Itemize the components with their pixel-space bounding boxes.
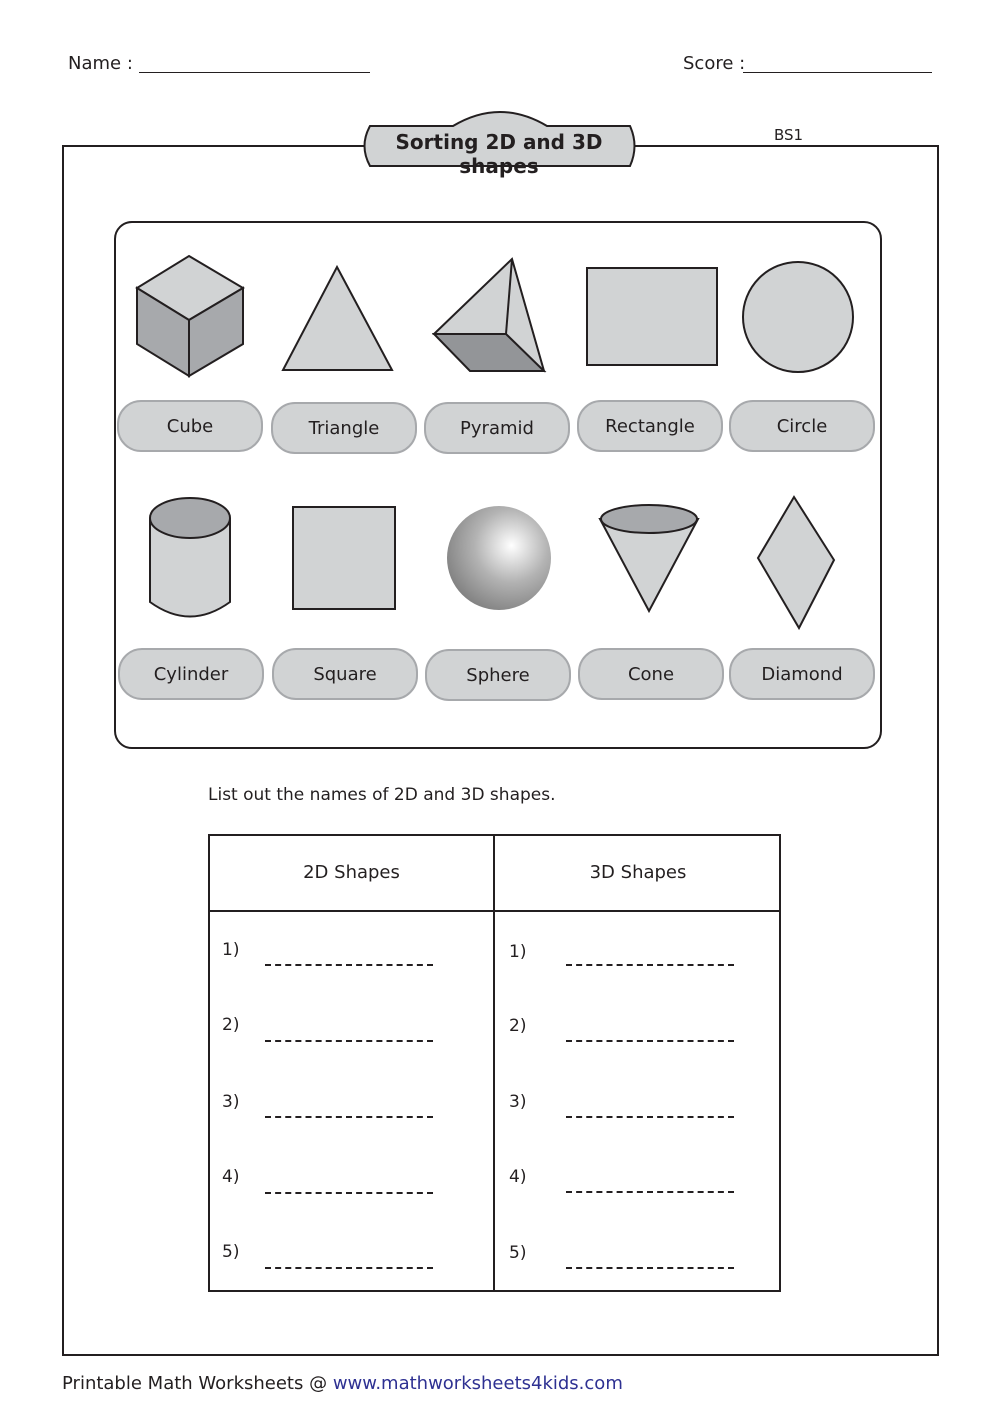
- cube-icon: [135, 254, 245, 378]
- score-label: Score :: [683, 53, 746, 74]
- header-divider: [210, 910, 779, 912]
- shape-label-cylinder: Cylinder: [118, 648, 264, 700]
- column-divider: [493, 836, 495, 1290]
- header-2d-shapes: 2D Shapes: [303, 862, 400, 883]
- diamond-icon: [756, 495, 836, 631]
- answer-2d-5[interactable]: [265, 1267, 433, 1269]
- triangle-icon: [281, 264, 394, 371]
- worksheet-title: Sorting 2D and 3D shapes: [395, 130, 603, 178]
- answer-3d-2[interactable]: [566, 1040, 734, 1042]
- shape-label-diamond: Diamond: [729, 648, 875, 700]
- shape-label-cone: Cone: [578, 648, 724, 700]
- cone-icon: [598, 504, 700, 614]
- row-number: 5): [222, 1242, 240, 1262]
- shape-label-pyramid: Pyramid: [424, 402, 570, 454]
- answer-3d-5[interactable]: [566, 1267, 734, 1269]
- shape-label-cube: Cube: [117, 400, 263, 452]
- rectangle-icon: [586, 267, 718, 366]
- footer-link[interactable]: www.mathworksheets4kids.com: [333, 1373, 623, 1394]
- shape-label-rectangle: Rectangle: [577, 400, 723, 452]
- shape-label-square: Square: [272, 648, 418, 700]
- square-icon: [292, 506, 396, 610]
- footer-text: Printable Math Worksheets @: [62, 1373, 333, 1394]
- instruction-text: List out the names of 2D and 3D shapes.: [208, 785, 556, 805]
- answer-2d-4[interactable]: [265, 1192, 433, 1194]
- circle-icon: [742, 261, 854, 373]
- row-number: 3): [509, 1092, 527, 1112]
- worksheet-code: BS1: [774, 126, 804, 144]
- answer-2d-1[interactable]: [265, 964, 433, 966]
- shape-label-triangle: Triangle: [271, 402, 417, 454]
- answer-table: 2D Shapes 3D Shapes 1) 2) 3) 4) 5) 1) 2)…: [208, 834, 781, 1292]
- row-number: 4): [509, 1167, 527, 1187]
- sphere-icon: [447, 506, 551, 610]
- row-number: 5): [509, 1243, 527, 1263]
- row-number: 1): [222, 940, 240, 960]
- cylinder-icon: [149, 497, 231, 618]
- shape-label-sphere: Sphere: [425, 649, 571, 701]
- answer-3d-3[interactable]: [566, 1116, 734, 1118]
- row-number: 3): [222, 1092, 240, 1112]
- score-field[interactable]: [743, 72, 932, 73]
- row-number: 4): [222, 1167, 240, 1187]
- name-field[interactable]: [139, 72, 370, 73]
- answer-3d-1[interactable]: [566, 964, 734, 966]
- row-number: 2): [509, 1016, 527, 1036]
- row-number: 2): [222, 1015, 240, 1035]
- answer-2d-2[interactable]: [265, 1040, 433, 1042]
- answer-3d-4[interactable]: [566, 1191, 734, 1193]
- name-label: Name :: [68, 53, 133, 74]
- shape-label-circle: Circle: [729, 400, 875, 452]
- footer: Printable Math Worksheets @ www.mathwork…: [62, 1373, 623, 1394]
- row-number: 1): [509, 942, 527, 962]
- answer-2d-3[interactable]: [265, 1116, 433, 1118]
- header-3d-shapes: 3D Shapes: [589, 862, 687, 883]
- pyramid-icon: [432, 257, 547, 373]
